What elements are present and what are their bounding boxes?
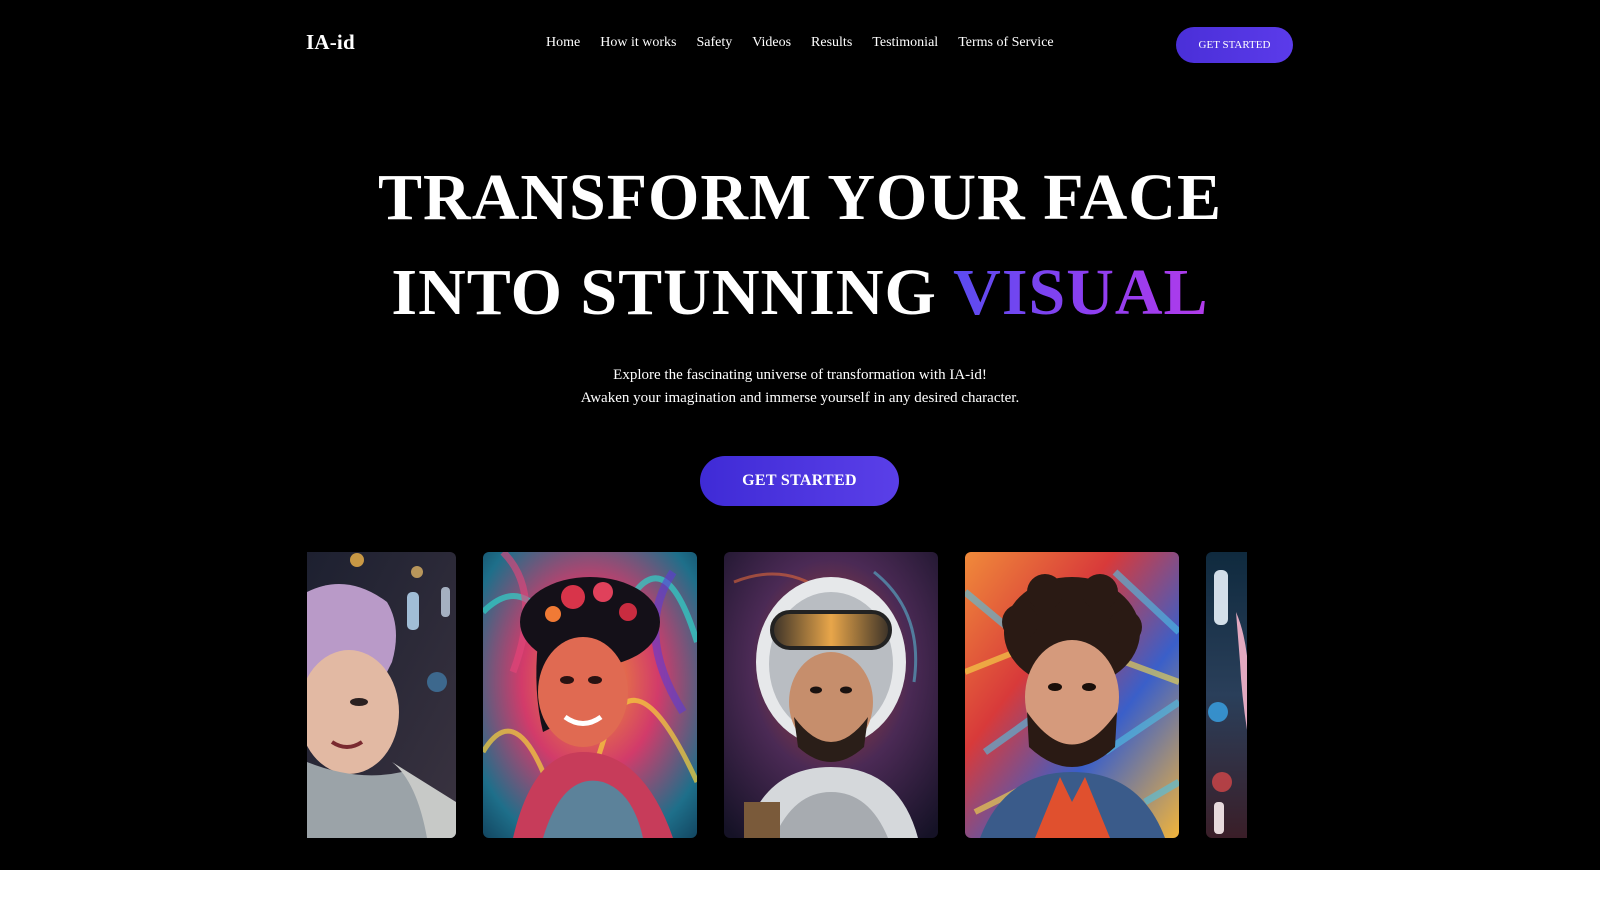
hero-heading-line-1: TRANSFORM YOUR FACE — [378, 161, 1222, 234]
nav-link-videos[interactable]: Videos — [752, 35, 791, 51]
hero-heading-accent: VISUAL — [953, 256, 1209, 329]
section-divider — [0, 870, 1600, 900]
carousel-image-4 — [965, 552, 1179, 838]
carousel-image-2 — [483, 552, 697, 838]
top-navigation: IA-id Home How it works Safety Videos Re… — [0, 0, 1600, 90]
hero-subtitle-line-2: Awaken your imagination and immerse your… — [580, 390, 1020, 406]
hero-heading-line-2: INTO STUNNING VISUAL — [0, 245, 1600, 340]
nav-get-started-button[interactable]: GET STARTED — [1176, 27, 1293, 63]
nav-link-home[interactable]: Home — [546, 35, 580, 51]
hero-get-started-button[interactable]: GET STARTED — [700, 456, 899, 506]
hero-subtitle: Explore the fascinating universe of tran… — [0, 364, 1600, 410]
hero-heading: TRANSFORM YOUR FACE INTO STUNNING VISUAL — [0, 150, 1600, 340]
carousel-image-3 — [724, 552, 938, 838]
nav-link-results[interactable]: Results — [811, 35, 852, 51]
carousel-image-1 — [307, 552, 456, 838]
hero-heading-plain: INTO STUNNING — [391, 256, 937, 329]
logo[interactable]: IA-id — [306, 30, 355, 55]
nav-link-testimonial[interactable]: Testimonial — [872, 35, 938, 51]
nav-link-how-it-works[interactable]: How it works — [600, 35, 676, 51]
nav-menu: Home How it works Safety Videos Results … — [546, 35, 1074, 51]
image-carousel[interactable] — [307, 552, 1247, 838]
nav-link-terms-of-service[interactable]: Terms of Service — [958, 35, 1053, 51]
nav-link-safety[interactable]: Safety — [696, 35, 732, 51]
carousel-image-5 — [1206, 552, 1247, 838]
hero-subtitle-line-1: Explore the fascinating universe of tran… — [613, 367, 987, 383]
